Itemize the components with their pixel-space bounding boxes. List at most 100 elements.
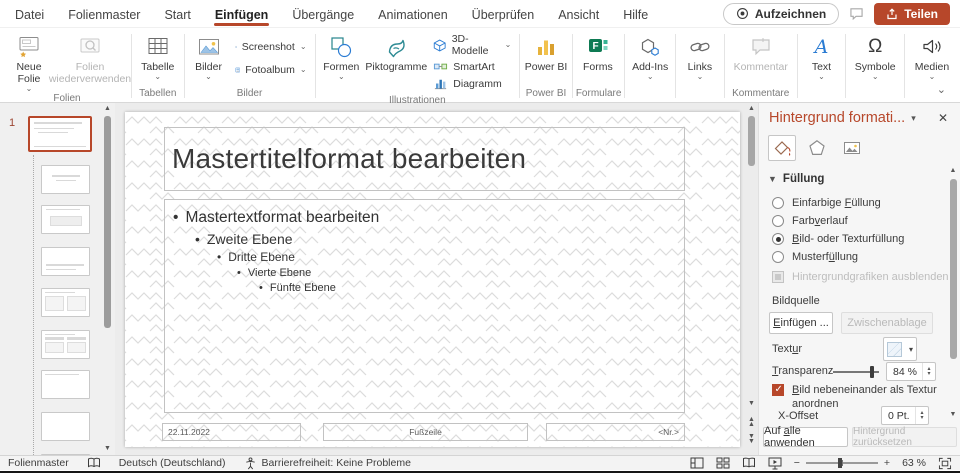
accessibility-status[interactable]: Barrierefreiheit: Keine Probleme: [244, 457, 411, 470]
zoom-in-icon[interactable]: +: [884, 457, 890, 469]
tab-effects[interactable]: [803, 135, 831, 161]
scroll-down-icon[interactable]: ▼: [746, 400, 757, 408]
reset-background-button[interactable]: Hintergrund zurücksetzen: [852, 427, 957, 447]
date-placeholder[interactable]: 22.11.2022: [162, 423, 301, 441]
collapse-ribbon-icon[interactable]: ⌄: [937, 83, 946, 96]
thumbnail-scrollbar[interactable]: ▲ ▼: [103, 105, 112, 453]
x-offset-spinner[interactable]: 0 Pt. ▴▾: [881, 406, 929, 425]
add-ins-button[interactable]: Add-Ins⌄: [628, 30, 672, 87]
workspace: 1: [0, 103, 960, 455]
icons-icon: [384, 34, 408, 60]
menu-datei[interactable]: Datei: [14, 1, 45, 27]
scroll-up-icon[interactable]: ▲: [948, 167, 958, 175]
smartart-button[interactable]: SmartArt: [430, 58, 514, 75]
share-icon: [886, 8, 898, 20]
menu-hilfe[interactable]: Hilfe: [622, 1, 649, 27]
layout-thumbnail[interactable]: [41, 205, 90, 234]
ribbon-group-illustrationen: Formen⌄ Piktogramme 3D-Modelle⌄ Smar: [318, 30, 516, 102]
layout-thumbnail[interactable]: [41, 247, 90, 276]
scroll-down-icon[interactable]: ▼: [948, 411, 958, 419]
radio-picture-texture-fill[interactable]: Bild- oder Texturfüllung: [772, 233, 904, 245]
body-placeholder[interactable]: •Mastertextformat bearbeiten •Zweite Ebe…: [164, 199, 685, 413]
slide-sorter-icon[interactable]: [716, 457, 730, 469]
menu-ueberpruefen[interactable]: Überprüfen: [471, 1, 536, 27]
insert-picture-button[interactable]: Einfügen ...: [769, 312, 833, 334]
spinner-arrows-icon[interactable]: ▴▾: [915, 407, 928, 424]
language-status[interactable]: Deutsch (Deutschland): [119, 457, 226, 469]
shapes-icon: [329, 34, 353, 60]
menu-uebergaenge[interactable]: Übergänge: [291, 1, 355, 27]
radio-pattern-fill[interactable]: Musterfüllung: [772, 251, 858, 263]
menu-start[interactable]: Start: [163, 1, 191, 27]
record-button[interactable]: Aufzeichnen: [723, 3, 839, 25]
zoom-slider[interactable]: [806, 462, 878, 464]
zoom-slider-knob[interactable]: [838, 458, 842, 468]
scroll-up-icon[interactable]: ▲: [746, 105, 757, 113]
scroll-up-icon[interactable]: ▲: [103, 105, 112, 113]
forms-button[interactable]: F Forms: [576, 30, 620, 87]
media-button[interactable]: Medien⌄: [908, 30, 956, 87]
3d-models-button[interactable]: 3D-Modelle⌄: [430, 32, 514, 58]
radio-solid-fill[interactable]: Einfarbige Füllung: [772, 197, 881, 209]
table-button[interactable]: Tabelle⌄: [135, 30, 181, 87]
fill-section-header[interactable]: ▼ Füllung: [768, 173, 824, 185]
menu-folienmaster[interactable]: Folienmaster: [67, 1, 141, 27]
photo-album-button[interactable]: Fotoalbum⌄: [232, 62, 310, 78]
accessibility-icon: [244, 457, 257, 470]
normal-view-icon[interactable]: [690, 457, 704, 469]
shapes-button[interactable]: Formen⌄: [318, 30, 364, 94]
texture-dropdown[interactable]: ▾: [883, 337, 917, 361]
zoom-out-icon[interactable]: −: [794, 457, 800, 469]
menu-ansicht[interactable]: Ansicht: [557, 1, 600, 27]
slideshow-icon[interactable]: [768, 457, 782, 470]
next-slide-icon[interactable]: ▼▼: [746, 434, 757, 444]
close-pane-icon[interactable]: ✕: [938, 111, 948, 125]
ribbon-group-tabellen: Tabelle⌄ Tabellen: [135, 30, 181, 102]
footer-placeholder[interactable]: Fußzeile: [323, 423, 528, 441]
spinner-arrows-icon[interactable]: ▴▾: [922, 363, 935, 380]
screenshot-button[interactable]: Screenshot⌄: [232, 39, 310, 55]
symbols-button[interactable]: Ω Symbole⌄: [849, 30, 901, 87]
pane-options-caret-icon[interactable]: ▾: [911, 113, 916, 124]
share-button[interactable]: Teilen: [874, 3, 950, 25]
layout-thumbnail[interactable]: [41, 330, 90, 359]
chart-button[interactable]: Diagramm: [430, 75, 514, 92]
master-slide-thumbnail[interactable]: [28, 116, 92, 152]
icons-button[interactable]: Piktogramme: [364, 30, 428, 94]
radio-gradient-fill[interactable]: Farbverlauf: [772, 215, 848, 227]
layout-thumbnail[interactable]: [41, 165, 90, 194]
clipboard-button[interactable]: Zwischenablage: [841, 312, 933, 334]
zoom-level-label[interactable]: 63 %: [902, 457, 926, 469]
pictures-button[interactable]: Bilder⌄: [188, 30, 230, 87]
title-placeholder[interactable]: Mastertitelformat bearbeiten: [164, 127, 685, 191]
spelling-status[interactable]: [87, 457, 101, 469]
power-bi-button[interactable]: Power BI: [523, 30, 569, 87]
menu-animationen[interactable]: Animationen: [377, 1, 449, 27]
layout-thumbnail[interactable]: [41, 370, 90, 399]
checkbox-hide-background-graphics[interactable]: Hintergrundgrafiken ausblenden: [772, 271, 949, 283]
tab-fill[interactable]: [768, 135, 796, 161]
text-button[interactable]: A Text⌄: [800, 30, 842, 87]
menu-einfuegen[interactable]: Einfügen: [214, 1, 269, 27]
slider-knob[interactable]: [870, 366, 874, 378]
slide-master-editing-area[interactable]: Mastertitelformat bearbeiten •Mastertext…: [125, 112, 740, 447]
links-button[interactable]: Links⌄: [679, 30, 721, 87]
reuse-slides-button[interactable]: Folien wiederverwenden: [52, 30, 128, 92]
dropdown-caret: ⌄: [872, 74, 879, 80]
fit-slide-to-window-icon[interactable]: [938, 457, 952, 470]
canvas-scrollbar[interactable]: ▲ ▼ ▲▲ ▼▼: [746, 103, 757, 455]
tab-picture[interactable]: [838, 135, 866, 161]
pane-scrollbar[interactable]: ▲ ▼: [948, 167, 958, 419]
previous-slide-icon[interactable]: ▲▲: [746, 417, 757, 427]
scroll-down-icon[interactable]: ▼: [103, 445, 112, 453]
new-slide-button[interactable]: Neue Folie⌄: [6, 30, 52, 92]
reading-view-icon[interactable]: [742, 457, 756, 469]
comments-icon[interactable]: [849, 7, 864, 20]
layout-thumbnail[interactable]: [41, 412, 90, 441]
transparency-spinner[interactable]: 84 % ▴▾: [886, 362, 936, 381]
layout-thumbnail[interactable]: [41, 288, 90, 317]
transparency-slider[interactable]: [833, 371, 879, 373]
slide-number-placeholder[interactable]: <Nr.>: [546, 423, 685, 441]
apply-to-all-button[interactable]: Auf alle anwenden: [763, 427, 848, 447]
comment-button[interactable]: Kommentar: [728, 30, 794, 87]
